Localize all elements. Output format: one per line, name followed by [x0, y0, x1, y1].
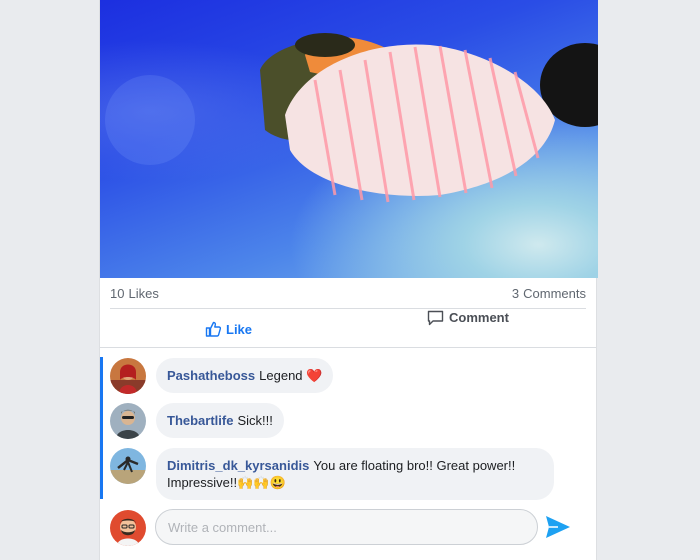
- comments-label: Comments: [523, 286, 586, 301]
- comment-label: Comment: [449, 310, 509, 325]
- comment-bubble: Thebartlife Sick!!!: [156, 403, 284, 438]
- comments-count[interactable]: 3 Comments: [512, 286, 586, 301]
- comment-item: Dimitris_dk_kyrsanidis You are floating b…: [110, 448, 554, 500]
- current-user-avatar[interactable]: [110, 510, 146, 546]
- comment-author[interactable]: Dimitris_dk_kyrsanidis: [167, 458, 309, 473]
- avatar-image: [110, 448, 146, 484]
- comment-icon: [427, 310, 444, 326]
- comment-item: Pashatheboss Legend ❤️: [110, 358, 334, 394]
- comment-composer: [100, 507, 596, 547]
- comment-input[interactable]: [155, 509, 538, 545]
- avatar-image: [110, 403, 146, 439]
- like-button[interactable]: Like: [205, 310, 252, 348]
- comment-button[interactable]: Comment: [427, 310, 509, 348]
- avatar[interactable]: [110, 448, 146, 484]
- like-label: Like: [226, 321, 253, 337]
- thumbs-up-icon: [205, 321, 221, 337]
- post-card: 10 Likes 3 Comments Like Comment Pashath…: [99, 0, 598, 560]
- likes-number: 10: [110, 286, 125, 301]
- comments-number: 3: [511, 286, 520, 301]
- post-photo-illustration: [105, 33, 598, 203]
- avatar[interactable]: [110, 403, 146, 439]
- comment-bubble: Dimitris_dk_kyrsanidis You are floating b…: [156, 448, 554, 500]
- avatar-image: [110, 358, 146, 394]
- avatar[interactable]: [110, 358, 146, 394]
- likes-label: Likes: [128, 286, 159, 301]
- likes-count[interactable]: 10 Likes: [110, 286, 159, 301]
- comment-author[interactable]: Thebartlife: [167, 413, 233, 428]
- send-button[interactable]: [544, 514, 572, 540]
- comment-author[interactable]: Pashatheboss: [167, 368, 255, 383]
- post-stats: 10 Likes 3 Comments: [110, 278, 586, 309]
- avatar-image: [110, 510, 146, 546]
- post-photo[interactable]: [100, 0, 598, 278]
- comment-item: Thebartlife Sick!!!: [110, 403, 284, 439]
- comment-text: Sick!!!: [237, 413, 273, 428]
- send-icon: [546, 516, 570, 538]
- comments-list: Pashatheboss Legend ❤️ Thebartlife Sick!!!: [100, 357, 598, 500]
- comment-bubble: Pashatheboss Legend ❤️: [156, 358, 334, 393]
- post-actions: Like Comment: [100, 310, 596, 348]
- comment-text: Legend ❤️: [259, 368, 323, 383]
